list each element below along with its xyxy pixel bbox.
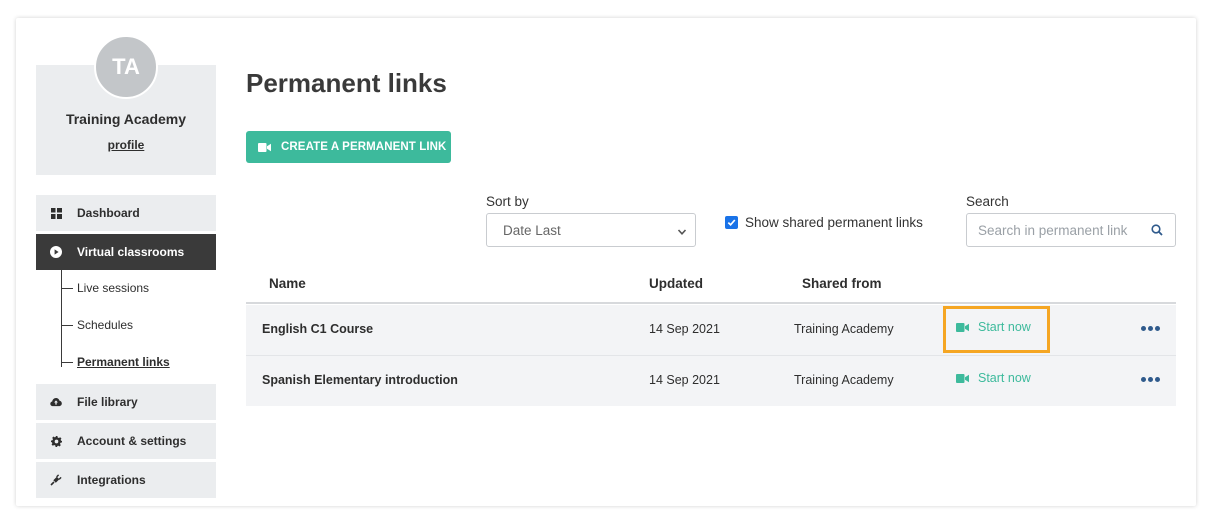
show-shared-toggle[interactable]: Show shared permanent links <box>725 215 923 230</box>
profile-link[interactable]: profile <box>36 138 216 152</box>
sidebar-item-label: Virtual classrooms <box>77 245 185 259</box>
show-shared-label: Show shared permanent links <box>745 215 923 230</box>
table-row[interactable]: English C1 Course 14 Sep 2021 Training A… <box>246 305 1176 355</box>
create-permanent-link-button[interactable]: CREATE A PERMANENT LINK <box>246 131 451 163</box>
tree-branch <box>61 288 73 289</box>
show-shared-checkbox[interactable] <box>725 216 738 229</box>
video-camera-icon <box>956 322 969 332</box>
start-now-label: Start now <box>978 371 1031 385</box>
avatar[interactable]: TA <box>94 35 158 99</box>
cloud-upload-icon <box>50 396 62 408</box>
more-options-icon[interactable] <box>1141 377 1160 382</box>
play-circle-icon <box>50 246 62 258</box>
sidebar-item-label: File library <box>77 395 138 409</box>
gear-icon <box>50 435 62 447</box>
main-card: TA Training Academy profile Dashboard Vi… <box>16 18 1196 506</box>
create-button-label: CREATE A PERMANENT LINK <box>281 141 447 153</box>
row-name: English C1 Course <box>262 322 374 336</box>
column-header-shared-from[interactable]: Shared from <box>802 276 882 291</box>
chevron-down-icon <box>677 225 687 240</box>
search-input[interactable] <box>978 222 1136 238</box>
sidebar-item-label: Dashboard <box>77 206 140 220</box>
row-updated: 14 Sep 2021 <box>649 322 720 336</box>
video-camera-icon <box>956 373 969 383</box>
sidebar-item-virtual-classrooms[interactable]: Virtual classrooms <box>36 234 216 270</box>
row-updated: 14 Sep 2021 <box>649 373 720 387</box>
profile-name: Training Academy <box>65 111 187 127</box>
sidebar-item-label: Account & settings <box>77 434 187 448</box>
sidebar-subitem-permanent-links[interactable]: Permanent links <box>77 355 170 369</box>
sort-label: Sort by <box>486 194 529 209</box>
plug-icon <box>50 474 62 486</box>
search-icon[interactable] <box>1151 224 1163 239</box>
start-now-button[interactable]: Start now <box>956 320 1031 334</box>
page-title: Permanent links <box>246 68 447 98</box>
column-header-name[interactable]: Name <box>269 276 306 291</box>
search-box[interactable] <box>966 213 1176 247</box>
tree-branch <box>61 362 73 363</box>
row-shared-from: Training Academy <box>794 322 894 336</box>
row-shared-from: Training Academy <box>794 373 894 387</box>
sidebar-item-dashboard[interactable]: Dashboard <box>36 195 216 231</box>
search-label: Search <box>966 194 1009 209</box>
sidebar-item-account-settings[interactable]: Account & settings <box>36 423 216 459</box>
tree-branch <box>61 325 73 326</box>
grid-icon <box>50 207 62 219</box>
sort-select[interactable]: Date Last <box>486 213 696 247</box>
table-header-divider <box>246 302 1176 304</box>
sort-value: Date Last <box>503 222 561 238</box>
column-header-updated[interactable]: Updated <box>649 276 703 291</box>
tree-line <box>61 270 62 367</box>
video-camera-icon <box>258 142 271 152</box>
start-now-label: Start now <box>978 320 1031 334</box>
table-row[interactable]: Spanish Elementary introduction 14 Sep 2… <box>246 356 1176 406</box>
more-options-icon[interactable] <box>1141 326 1160 331</box>
row-name: Spanish Elementary introduction <box>262 373 458 387</box>
sidebar-subitem-live-sessions[interactable]: Live sessions <box>77 281 149 295</box>
sidebar-item-label: Integrations <box>77 473 146 487</box>
sidebar-item-file-library[interactable]: File library <box>36 384 216 420</box>
start-now-button[interactable]: Start now <box>956 371 1031 385</box>
sidebar-item-integrations[interactable]: Integrations <box>36 462 216 498</box>
sidebar-subitem-schedules[interactable]: Schedules <box>77 318 133 332</box>
